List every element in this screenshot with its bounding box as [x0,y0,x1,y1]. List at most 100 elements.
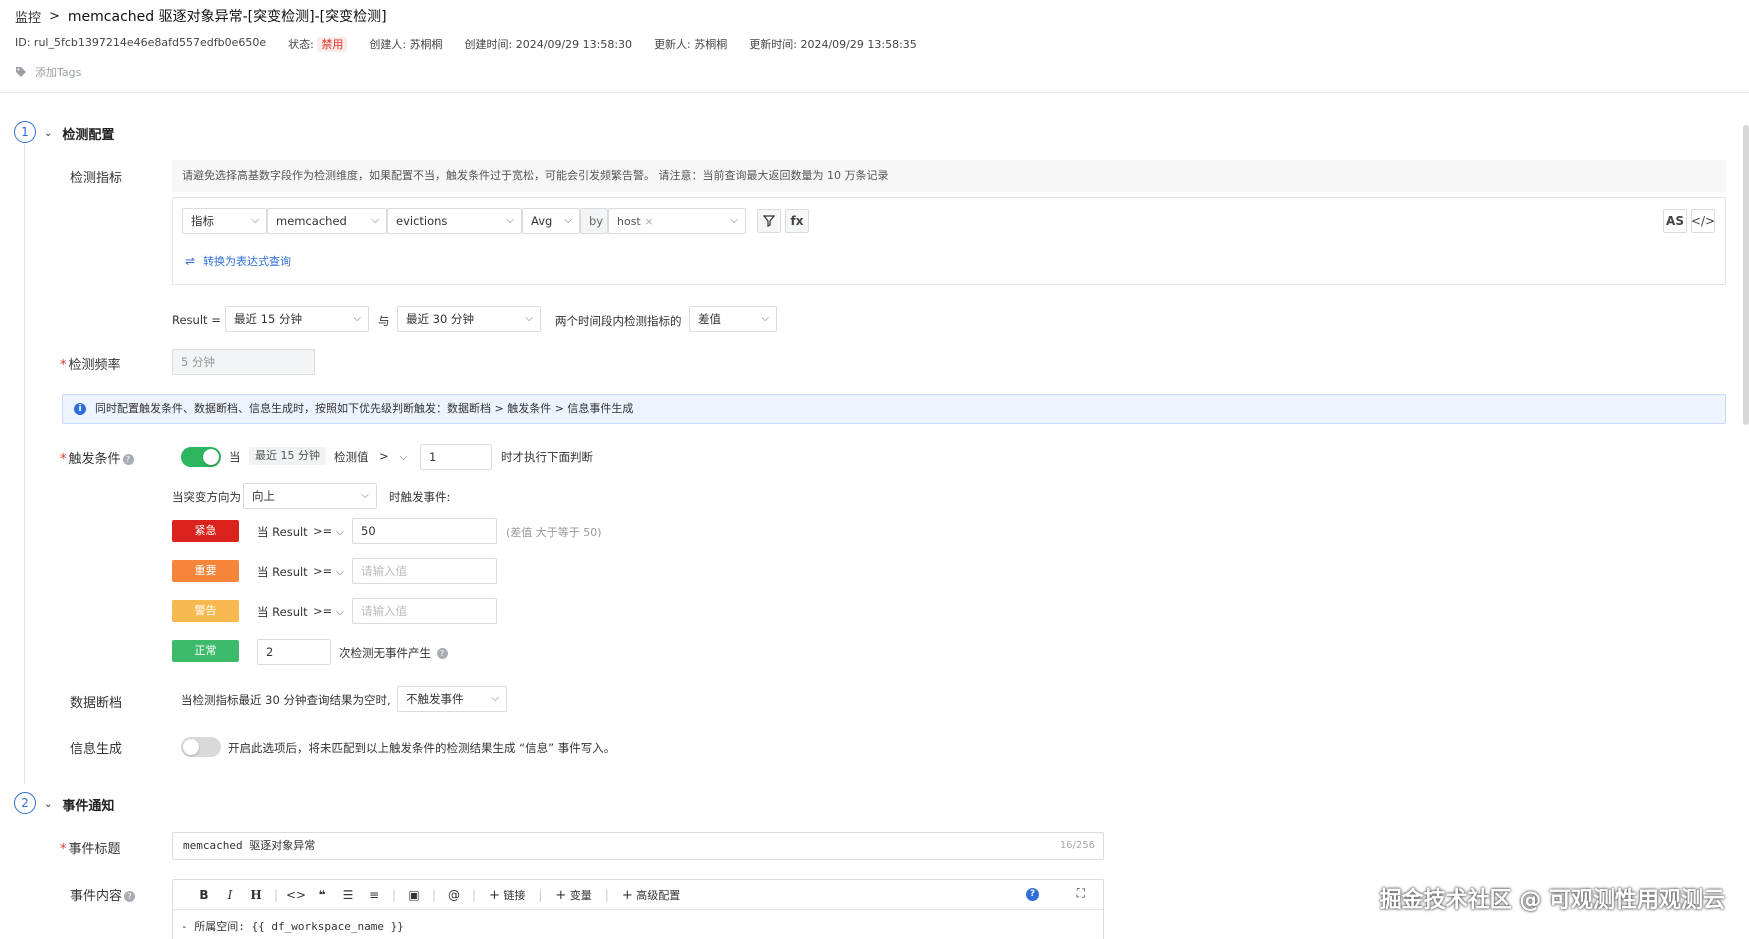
toolbar-divider: | [431,887,437,902]
chevron-down-icon: ⌵ [371,215,379,226]
updated-time: 更新时间: 2024/09/29 13:58:35 [749,38,917,51]
updater: 更新人: 苏桐桐 [654,38,728,51]
event-content-editor[interactable]: B I H | <> ❝ ☰ ≡ | ▣ | @ | + 链接 | + 变量 |… [172,879,1104,939]
insert-variable-button[interactable]: + 变量 [547,887,599,903]
remove-tag-icon[interactable]: × [644,215,653,228]
section-title: 事件通知 [62,799,115,814]
tag-icon [16,67,26,77]
group-by-select[interactable]: host × ⌵ [608,208,746,234]
bold-button[interactable]: B [191,888,217,902]
check-value-label: 检测值 [334,450,369,464]
fullscreen-icon[interactable]: ⛶ [1077,886,1085,901]
convert-expression-link[interactable]: ⇌ 转换为表达式查询 [185,253,291,269]
toolbar-divider: | [471,887,477,902]
code-button[interactable]: </> [1691,209,1715,233]
by-label: by [580,208,608,234]
trigger-window: 最近 15 分钟 [249,447,326,465]
creator: 创建人: 苏桐桐 [369,38,443,51]
page-title: memcached 驱逐对象异常-[突变检测]-[突变检测] [67,9,387,25]
insert-link-button[interactable]: + 链接 [481,887,533,903]
scrollbar[interactable] [1743,125,1749,425]
ordered-list-icon[interactable]: ≡ [361,888,387,902]
chevron-down-icon: ⌵ [491,693,499,704]
help-icon[interactable]: ? [436,648,448,659]
level-critical-operator[interactable]: >= ⌵ [313,524,344,538]
toggle-knob [203,449,219,465]
status-badge: 禁用 [317,37,348,52]
diff-method-select[interactable]: 差值 ⌵ [689,306,777,332]
level-warning-operator[interactable]: >= ⌵ [313,604,344,618]
result-range1-select[interactable]: 最近 15 分钟 ⌵ [225,306,369,332]
level-critical-input[interactable]: 50 [352,518,497,544]
trigger-label: * 触发条件? [60,448,134,467]
step-2-circle: 2 [14,792,36,814]
with-label: 与 [378,314,390,328]
high-cardinality-hint: 请避免选择高基数字段作为检测维度，如果配置不当，触发条件过于宽松，可能会引发频繁… [172,160,1726,192]
measurement-select[interactable]: memcached ⌵ [267,208,387,234]
filter-icon [763,215,775,227]
section-title: 检测配置 [62,128,115,143]
level-warning-badge: 警告 [172,600,239,622]
footer-watermark: 掘金技术社区 @ 可观测性用观测云 [1379,888,1725,913]
level-important-cond: 当 Result [257,565,308,579]
metric-label: 检测指标 [70,171,123,186]
fx-button[interactable]: fx [785,209,809,233]
breadcrumb-root-link[interactable]: 监控 [15,7,41,26]
chevron-down-icon: ⌵ [564,215,572,226]
priority-info-bar: i 同时配置触发条件、数据断档、信息生成时，按照如下优先级判断触发：数据断档 >… [62,394,1726,424]
add-tags[interactable]: 添加Tags [15,64,81,80]
freq-select[interactable]: 5 分钟 [172,349,315,375]
mention-icon[interactable]: @ [441,888,467,902]
nodata-text: 当检测指标最近 30 分钟查询结果为空时, [181,693,391,707]
bullet-list-icon[interactable]: ☰ [335,888,361,902]
aggregation-select[interactable]: Avg ⌵ [522,208,580,234]
event-title-value: memcached 驱逐对象异常 [183,839,316,852]
toolbar-divider: | [273,887,279,902]
info-icon: i [74,403,86,415]
chevron-down-icon: ⌄ [44,799,53,810]
level-warning-cond: 当 Result [257,605,308,619]
trigger-threshold-input[interactable]: 1 [420,444,492,470]
as-button[interactable]: AS [1663,209,1687,233]
heading-button[interactable]: H [243,888,269,902]
header-divider [0,92,1749,93]
toolbar-divider: | [391,887,397,902]
direction-label: 当突变方向为 [172,490,241,504]
field-select[interactable]: evictions ⌵ [387,208,522,234]
direction-select[interactable]: 向上 ⌵ [243,483,377,509]
italic-button[interactable]: I [217,888,243,902]
quote-icon[interactable]: ❝ [309,888,335,902]
info-gen-label: 信息生成 [70,742,123,757]
level-warning-input[interactable]: 请输入值 [352,598,497,624]
trigger-toggle[interactable] [181,447,221,467]
info-gen-text: 开启此选项后，将未匹配到以上触发条件的检测结果生成 “信息” 事件写入。 [228,741,616,755]
breadcrumb: 监控 > memcached 驱逐对象异常-[突变检测]-[突变检测] [15,6,387,26]
section-event-notify[interactable]: ⌄ 事件通知 [44,795,114,814]
advanced-config-button[interactable]: + 高级配置 [614,887,688,903]
query-type-select[interactable]: 指标 ⌵ [182,208,267,234]
image-icon[interactable]: ▣ [401,888,427,902]
level-important-operator[interactable]: >= ⌵ [313,564,344,578]
normal-count-input[interactable]: 2 [257,639,331,665]
status-label: 状态: [288,38,314,51]
event-title-label: * 事件标题 [60,842,121,857]
chevron-down-icon: ⌵ [335,527,344,538]
filter-button[interactable] [757,209,781,233]
help-icon[interactable]: ? [122,454,134,465]
code-icon[interactable]: <> [283,888,309,902]
nodata-select[interactable]: 不触发事件 ⌵ [397,686,507,712]
help-icon[interactable]: ? [1026,888,1039,901]
chevron-down-icon: ⌵ [506,215,514,226]
then-label: 时才执行下面判断 [501,450,593,464]
editor-content: - 所属空间: {{ df_workspace_name }} [181,920,404,933]
chevron-down-icon: ⌵ [361,490,369,501]
section-detect-config[interactable]: ⌄ 检测配置 [44,124,114,143]
info-gen-toggle[interactable] [181,737,221,757]
created-time: 创建时间: 2024/09/29 13:58:30 [464,38,633,51]
swap-icon: ⇌ [185,254,196,268]
help-icon[interactable]: ? [124,891,136,902]
trigger-operator-select[interactable]: > ⌵ [379,449,407,463]
level-important-input[interactable]: 请输入值 [352,558,497,584]
result-range2-select[interactable]: 最近 30 分钟 ⌵ [397,306,541,332]
event-title-input[interactable]: memcached 驱逐对象异常 16/256 [172,832,1104,860]
